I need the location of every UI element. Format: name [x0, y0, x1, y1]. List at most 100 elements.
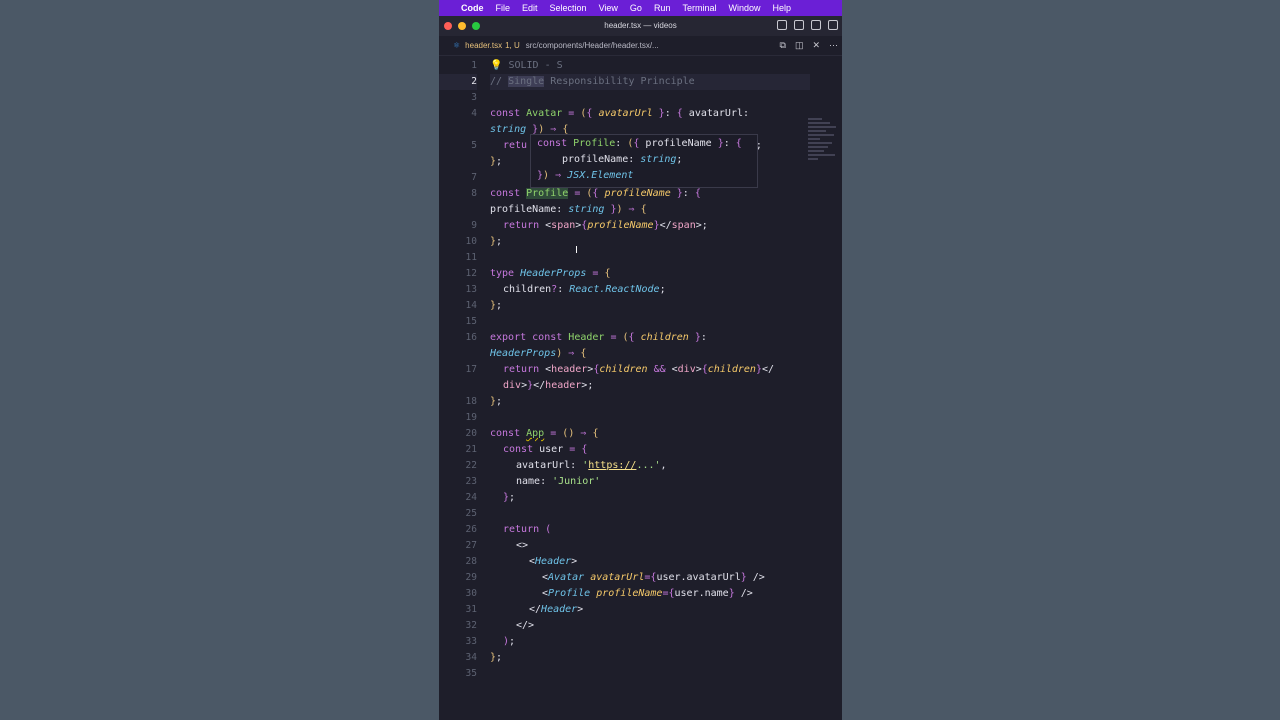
maximize-window-button[interactable]	[472, 22, 480, 30]
code-line[interactable]: </>	[490, 618, 810, 634]
tab-header-tsx[interactable]: header.tsx	[465, 41, 502, 50]
tooltip-line: }) ⇒ JSX.Element	[537, 170, 634, 181]
code-line[interactable]	[490, 250, 810, 266]
code-line[interactable]: return <header>{children && <div>{childr…	[490, 362, 810, 378]
type-hover-tooltip: const Profile: ({ profileName }: { profi…	[530, 134, 758, 188]
code-line[interactable]: <Avatar avatarUrl={user.avatarUrl} />	[490, 570, 810, 586]
code-line[interactable]: <Profile profileName={user.name} />	[490, 586, 810, 602]
minimap-line	[808, 122, 830, 124]
minimap[interactable]	[808, 118, 838, 168]
menu-terminal[interactable]: Terminal	[682, 0, 716, 16]
line-number: 14	[465, 300, 477, 311]
text-cursor-icon: I	[575, 245, 578, 256]
code-line[interactable]: };	[490, 234, 810, 250]
code-line[interactable]: name: 'Junior'	[490, 474, 810, 490]
line-number: 19	[465, 412, 477, 423]
code-line[interactable]: return (	[490, 522, 810, 538]
toggle-secondary-sidebar-icon[interactable]	[811, 20, 821, 30]
window-titlebar: header.tsx — videos	[439, 16, 842, 36]
code-line[interactable]: const App = () ⇒ {	[490, 426, 810, 442]
code-line[interactable]: <>	[490, 538, 810, 554]
code-line[interactable]: export const Header = ({ children }:	[490, 330, 810, 346]
code-line[interactable]	[490, 666, 810, 682]
code-line[interactable]: );	[490, 634, 810, 650]
line-number: 26	[465, 524, 477, 535]
customize-layout-icon[interactable]	[828, 20, 838, 30]
code-editor[interactable]: 1 2 3 4 5 7 8 9 10 11 12 13 14 15 16 17 18 19 20 21 22 23 24 25…	[439, 58, 842, 720]
minimize-window-button[interactable]	[458, 22, 466, 30]
minimap-line	[808, 158, 818, 160]
line-number: 29	[465, 572, 477, 583]
menu-app-name[interactable]: Code	[461, 0, 484, 16]
menu-edit[interactable]: Edit	[522, 0, 538, 16]
line-number: 20	[465, 428, 477, 439]
line-number: 25	[465, 508, 477, 519]
minimap-line	[808, 126, 836, 128]
line-number	[439, 122, 477, 138]
menu-go[interactable]: Go	[630, 0, 642, 16]
minimap-line	[808, 138, 820, 140]
line-number	[439, 202, 477, 218]
vscode-window: Code File Edit Selection View Go Run Ter…	[439, 0, 842, 720]
menu-selection[interactable]: Selection	[550, 0, 587, 16]
line-number: 5	[471, 140, 477, 151]
menu-window[interactable]: Window	[728, 0, 760, 16]
line-number-gutter: 1 2 3 4 5 7 8 9 10 11 12 13 14 15 16 17 18 19 20 21 22 23 24 25…	[439, 58, 477, 682]
code-line[interactable]	[490, 314, 810, 330]
tab-breadcrumb-path[interactable]: src/components/Header/header.tsx/...	[526, 41, 659, 50]
minimap-line	[808, 134, 834, 136]
line-number: 18	[465, 396, 477, 407]
code-line[interactable]: type HeaderProps = {	[490, 266, 810, 282]
code-line[interactable]: avatarUrl: 'https://...',	[490, 458, 810, 474]
line-number	[439, 346, 477, 362]
code-line[interactable]: <Header>	[490, 554, 810, 570]
menu-view[interactable]: View	[599, 0, 618, 16]
code-line[interactable]	[490, 90, 810, 106]
line-number: 16	[465, 332, 477, 343]
line-number: 22	[465, 460, 477, 471]
line-number	[439, 154, 477, 170]
code-line[interactable]: };	[490, 298, 810, 314]
toggle-sidebar-icon[interactable]	[777, 20, 787, 30]
editor-tab-bar: ⚛ header.tsx 1, U src/components/Header/…	[439, 36, 842, 56]
close-window-button[interactable]	[444, 22, 452, 30]
open-changes-icon[interactable]: ⧉	[780, 40, 786, 51]
code-line[interactable]: </Header>	[490, 602, 810, 618]
code-line[interactable]: };	[490, 490, 810, 506]
code-line[interactable]: return <span>{profileName}</span>;	[490, 218, 810, 234]
code-line[interactable]: const Profile = ({ profileName }: {	[490, 186, 810, 202]
code-line[interactable]: // Single Responsibility Principle	[490, 74, 810, 90]
line-number: 27	[465, 540, 477, 551]
line-number: 11	[465, 252, 477, 263]
menu-run[interactable]: Run	[654, 0, 671, 16]
code-line[interactable]: const user = {	[490, 442, 810, 458]
line-number	[439, 378, 477, 394]
menu-help[interactable]: Help	[772, 0, 791, 16]
line-number: 2	[439, 74, 477, 90]
close-tab-icon[interactable]: ✕	[812, 40, 820, 51]
code-line[interactable]: };	[490, 650, 810, 666]
code-line[interactable]: profileName: string }) ⇒ {	[490, 202, 810, 218]
menu-file[interactable]: File	[496, 0, 511, 16]
code-line[interactable]	[490, 506, 810, 522]
code-line[interactable]: const Avatar = ({ avatarUrl }: { avatarU…	[490, 106, 810, 122]
split-editor-icon[interactable]: ◫	[795, 40, 804, 51]
line-number: 8	[471, 188, 477, 199]
line-number: 28	[465, 556, 477, 567]
tooltip-line: profileName: string;	[562, 154, 683, 165]
code-line[interactable]	[490, 410, 810, 426]
macos-menubar: Code File Edit Selection View Go Run Ter…	[439, 0, 842, 16]
line-number: 24	[465, 492, 477, 503]
code-line[interactable]: 💡 SOLID - S	[490, 58, 810, 74]
minimap-line	[808, 154, 835, 156]
toggle-panel-icon[interactable]	[794, 20, 804, 30]
code-line[interactable]: div>}</header>;	[490, 378, 810, 394]
more-actions-icon[interactable]: ⋯	[829, 40, 838, 51]
line-number: 3	[471, 92, 477, 103]
code-line[interactable]: };	[490, 394, 810, 410]
line-number: 10	[465, 236, 477, 247]
tsx-file-icon: ⚛	[453, 41, 461, 50]
line-number: 12	[465, 268, 477, 279]
code-line[interactable]: children?: React.ReactNode;	[490, 282, 810, 298]
code-line[interactable]: HeaderProps) ⇒ {	[490, 346, 810, 362]
